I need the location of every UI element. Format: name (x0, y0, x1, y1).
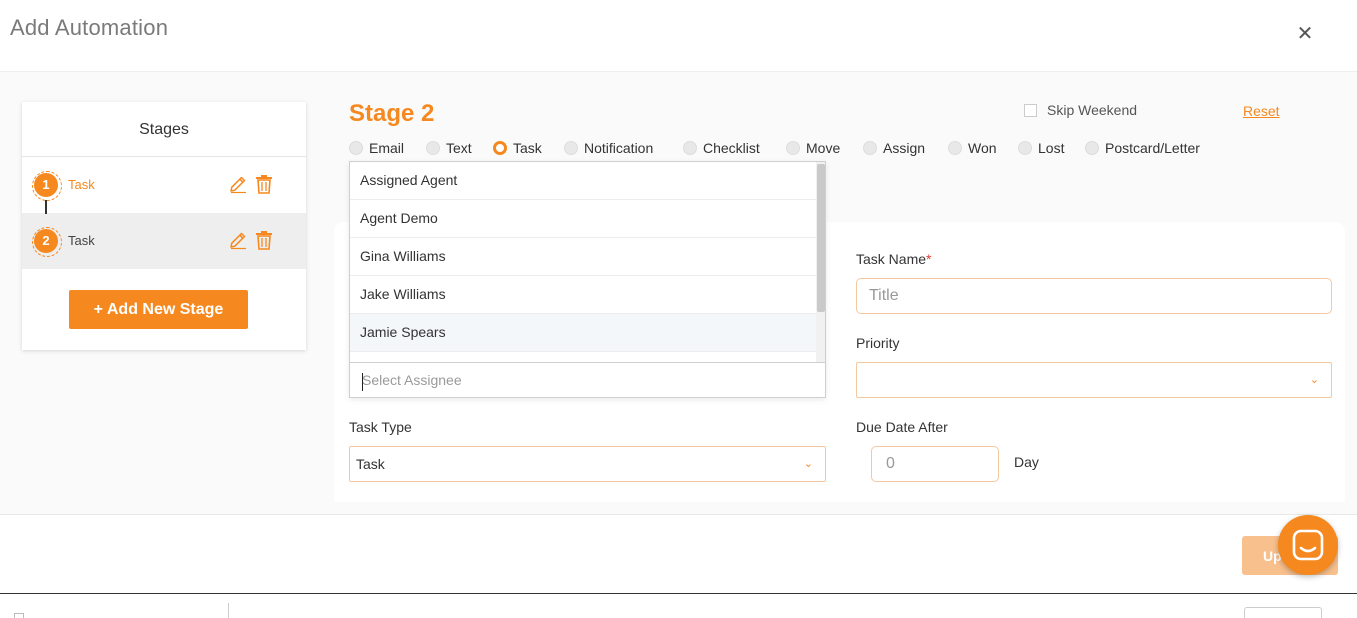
radio-icon[interactable] (863, 141, 877, 155)
assignee-option[interactable]: Gina Williams (350, 238, 816, 276)
stage-number-badge: 1 (32, 171, 62, 201)
radio-icon[interactable] (786, 141, 800, 155)
document-icon (14, 613, 24, 618)
stage-item-2[interactable]: 2 Task (22, 213, 306, 269)
divider (228, 603, 229, 618)
assignee-option[interactable]: Agent Demo (350, 200, 816, 238)
background-button (1244, 607, 1322, 618)
assignee-search-input[interactable]: Select Assignee (350, 362, 825, 397)
chevron-down-icon: ⌄ (1309, 374, 1319, 386)
modal-footer: Up (0, 516, 1357, 594)
chevron-down-icon: ⌄ (803, 458, 813, 470)
radio-icon[interactable] (1085, 141, 1099, 155)
text-caret (362, 373, 363, 391)
priority-select[interactable]: ⌄ (856, 362, 1332, 398)
trash-icon[interactable] (255, 230, 273, 250)
assignee-options-list: Assigned Agent Agent Demo Gina Williams … (350, 162, 816, 362)
assignee-option[interactable]: Jake Williams (350, 276, 816, 314)
add-new-stage-button[interactable]: + Add New Stage (69, 290, 248, 329)
radio-icon[interactable] (1018, 141, 1032, 155)
task-type-select[interactable]: Task ⌄ (349, 446, 826, 482)
modal-body: Stages 1 Task 2 Task + Add New Stage Sta… (0, 72, 1357, 515)
stage-item-label: Task (68, 233, 95, 248)
radio-icon[interactable] (564, 141, 578, 155)
close-icon[interactable]: ✕ (1293, 22, 1317, 46)
pencil-icon[interactable] (228, 174, 248, 194)
checkbox-icon[interactable] (1024, 104, 1037, 117)
radio-icon[interactable] (948, 141, 962, 155)
radio-selected-icon[interactable] (493, 141, 507, 155)
modal-title: Add Automation (10, 15, 169, 40)
reset-link[interactable]: Reset (1243, 103, 1280, 119)
stage-item-1[interactable]: 1 Task (22, 157, 306, 213)
stage-item-label: Task (68, 177, 95, 192)
chat-icon (1292, 529, 1324, 561)
assignee-option[interactable]: Assigned Agent (350, 162, 816, 200)
background-page-strip (0, 595, 1357, 618)
priority-label: Priority (856, 335, 900, 351)
stage-connector (45, 200, 47, 214)
modal-header: Add Automation ✕ (0, 0, 1357, 72)
task-type-value: Task (356, 456, 385, 472)
due-date-after-label: Due Date After (856, 419, 948, 435)
task-name-label: Task Name* (856, 251, 932, 267)
stages-panel: Stages 1 Task 2 Task + Add New Stage (22, 102, 306, 350)
pencil-icon[interactable] (228, 230, 248, 250)
radio-icon[interactable] (349, 141, 363, 155)
radio-icon[interactable] (683, 141, 697, 155)
due-date-input[interactable]: 0 (871, 446, 999, 482)
skip-weekend-checkbox[interactable]: Skip Weekend (1024, 102, 1137, 118)
stages-title: Stages (22, 102, 306, 157)
radio-icon[interactable] (426, 141, 440, 155)
task-type-label: Task Type (349, 419, 412, 435)
chat-launcher-button[interactable] (1278, 515, 1338, 575)
task-name-input[interactable]: Title (856, 278, 1332, 314)
stage-number-badge: 2 (32, 227, 62, 257)
dropdown-scrollbar-thumb[interactable] (817, 164, 825, 312)
stage-heading: Stage 2 (349, 100, 435, 127)
trash-icon[interactable] (255, 174, 273, 194)
skip-weekend-label: Skip Weekend (1047, 102, 1138, 118)
due-date-unit: Day (1014, 454, 1039, 470)
assignee-option-hovered[interactable]: Jamie Spears (350, 314, 816, 352)
assignee-dropdown: Assigned Agent Agent Demo Gina Williams … (349, 161, 826, 398)
